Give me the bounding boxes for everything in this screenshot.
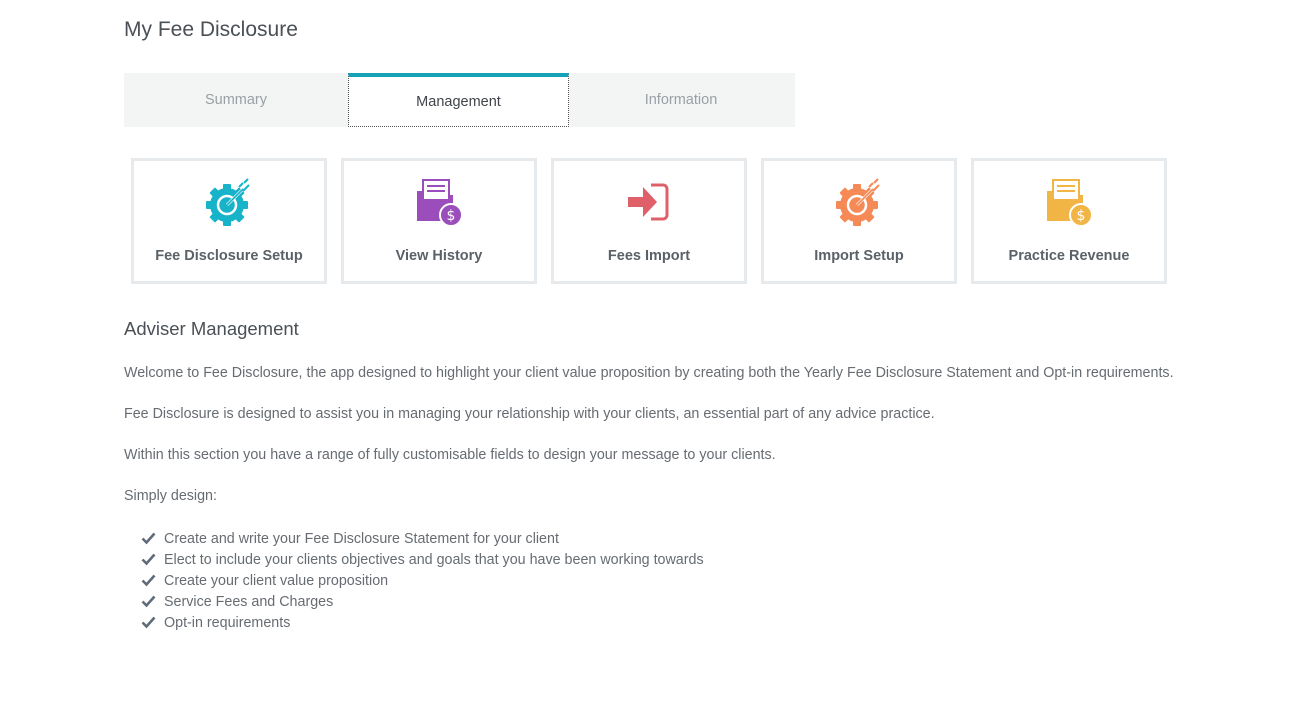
list-item: Elect to include your clients objectives… bbox=[141, 549, 704, 570]
tile-practice-revenue[interactable]: $ Practice Revenue bbox=[971, 158, 1167, 284]
list-item: Opt-in requirements bbox=[141, 612, 704, 633]
tile-view-history[interactable]: $ View History bbox=[341, 158, 537, 284]
tile-label: Import Setup bbox=[814, 248, 904, 264]
intro-paragraph: Welcome to Fee Disclosure, the app desig… bbox=[124, 365, 1174, 381]
relationship-paragraph: Fee Disclosure is designed to assist you… bbox=[124, 406, 935, 422]
tile-label: View History bbox=[395, 248, 483, 264]
tile-label: Practice Revenue bbox=[1008, 248, 1130, 264]
simply-design-paragraph: Simply design: bbox=[124, 488, 217, 504]
check-icon bbox=[141, 615, 156, 630]
tab-management[interactable]: Management bbox=[348, 73, 569, 127]
folder-dollar-icon: $ bbox=[1043, 177, 1095, 229]
tab-information[interactable]: Information bbox=[569, 73, 793, 127]
tile-import-setup[interactable]: Import Setup bbox=[761, 158, 957, 284]
list-item-text: Create your client value proposition bbox=[164, 572, 389, 589]
gear-target-icon bbox=[203, 177, 255, 229]
list-item-text: Create and write your Fee Disclosure Sta… bbox=[164, 530, 559, 547]
tab-summary[interactable]: Summary bbox=[124, 73, 348, 127]
customisable-paragraph: Within this section you have a range of … bbox=[124, 447, 776, 463]
tile-fee-disclosure-setup[interactable]: Fee Disclosure Setup bbox=[131, 158, 327, 284]
tile-label: Fee Disclosure Setup bbox=[155, 248, 303, 264]
list-item-text: Service Fees and Charges bbox=[164, 593, 334, 610]
folder-dollar-icon: $ bbox=[413, 177, 465, 229]
svg-text:$: $ bbox=[1077, 208, 1086, 224]
check-icon bbox=[141, 552, 156, 567]
tile-label: Fees Import bbox=[607, 248, 691, 264]
gear-target-icon bbox=[833, 177, 885, 229]
page: My Fee Disclosure Summary Management Inf… bbox=[0, 0, 1303, 706]
tile-fees-import[interactable]: Fees Import bbox=[551, 158, 747, 284]
svg-text:$: $ bbox=[447, 208, 456, 224]
tab-bar: Summary Management Information bbox=[124, 73, 795, 127]
page-title: My Fee Disclosure bbox=[124, 18, 298, 41]
check-icon bbox=[141, 594, 156, 609]
check-icon bbox=[141, 531, 156, 546]
list-item: Create and write your Fee Disclosure Sta… bbox=[141, 528, 704, 549]
list-item: Create your client value proposition bbox=[141, 570, 704, 591]
section-title: Adviser Management bbox=[124, 318, 299, 339]
check-icon bbox=[141, 573, 156, 588]
list-item-text: Opt-in requirements bbox=[164, 614, 291, 631]
design-checklist: Create and write your Fee Disclosure Sta… bbox=[141, 528, 704, 633]
tile-grid: Fee Disclosure Setup $ View History Fees… bbox=[131, 158, 1167, 284]
list-item: Service Fees and Charges bbox=[141, 591, 704, 612]
list-item-text: Elect to include your clients objectives… bbox=[164, 551, 704, 568]
import-arrow-icon bbox=[623, 177, 675, 229]
